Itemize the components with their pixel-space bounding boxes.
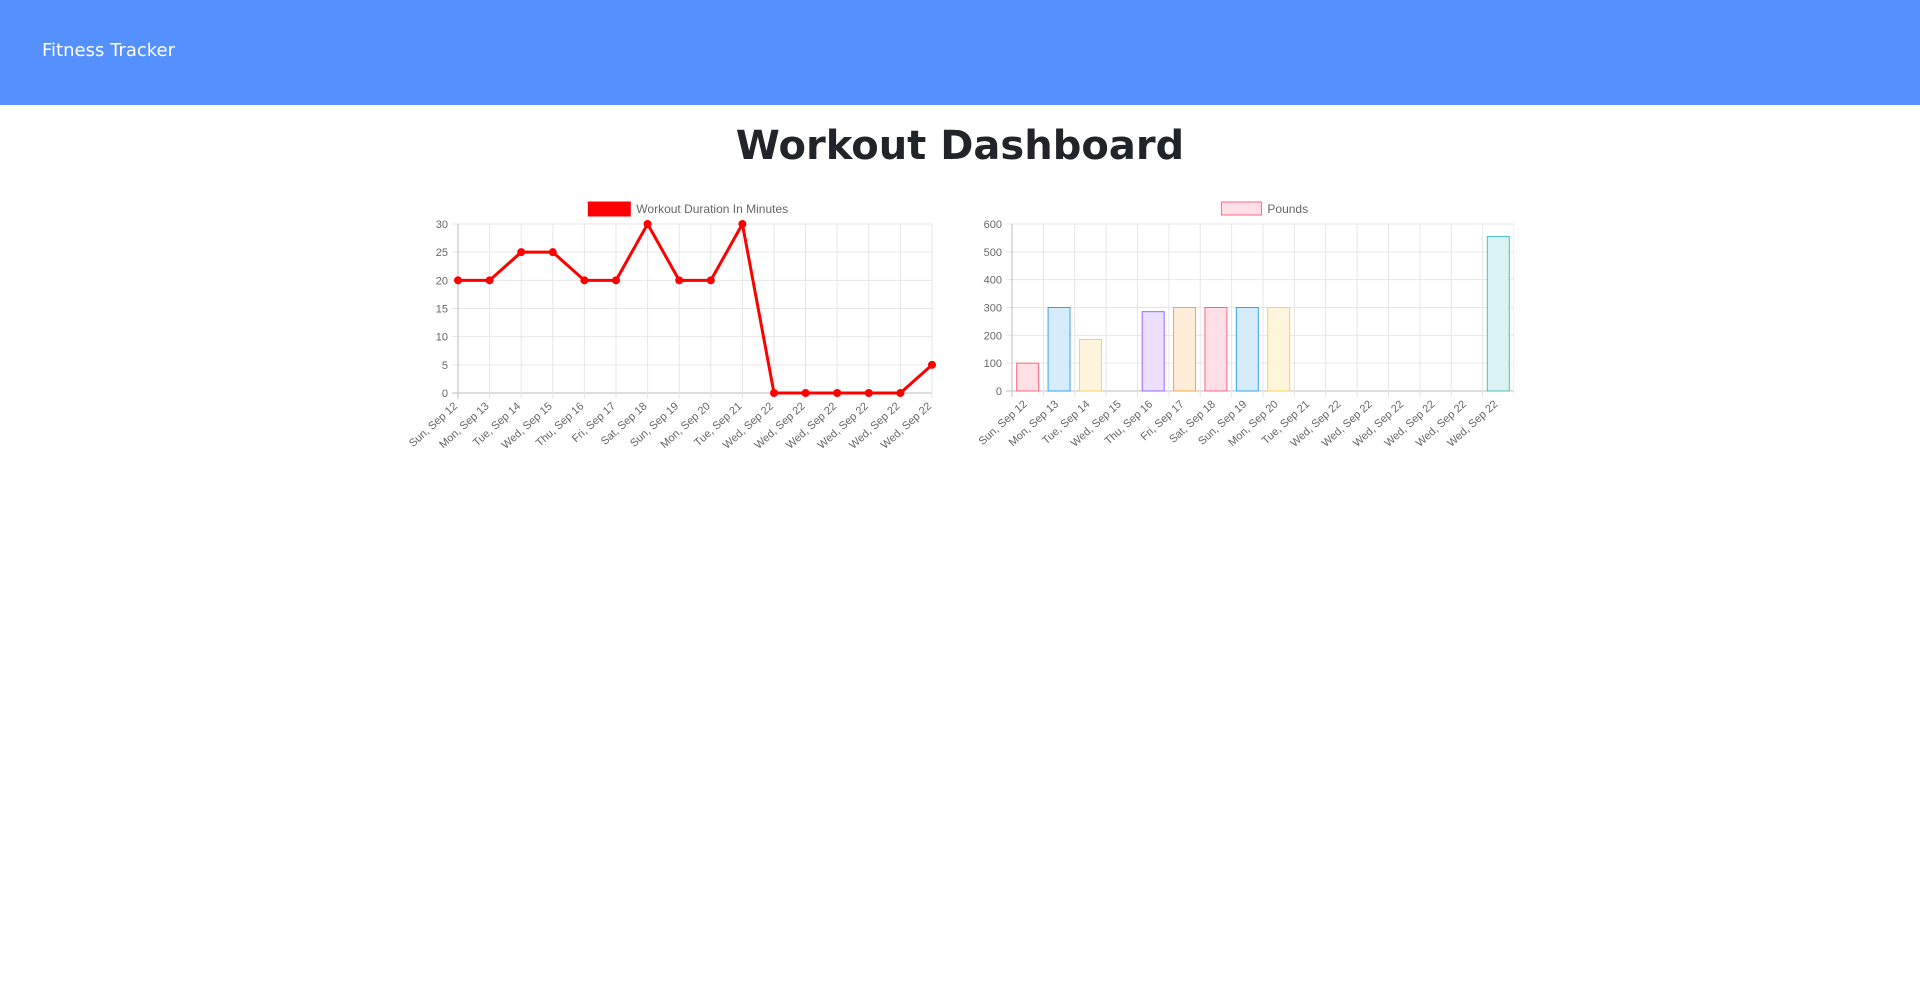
data-point	[675, 276, 684, 285]
page-title: Workout Dashboard	[735, 123, 1185, 169]
y-tick-label: 10	[436, 332, 448, 344]
brand-link[interactable]: Fitness Tracker	[42, 40, 175, 61]
y-tick-label: 500	[984, 247, 1002, 259]
data-point	[643, 220, 652, 228]
bar	[1016, 362, 1040, 392]
data-point	[833, 389, 842, 397]
bar	[1235, 307, 1259, 392]
y-tick-label: 0	[442, 388, 448, 400]
y-tick-label: 20	[436, 275, 448, 287]
data-point	[896, 389, 905, 397]
data-point	[801, 389, 810, 397]
pounds-chart: 0100200300400500600Sun, Sep 12Mon, Sep 1…	[978, 201, 1514, 450]
bar	[1078, 339, 1102, 392]
data-point	[738, 220, 747, 228]
data-point	[580, 276, 589, 285]
legend-label: Pounds	[1267, 202, 1308, 216]
navbar: Fitness Tracker	[0, 0, 1920, 105]
data-point	[928, 360, 936, 369]
y-tick-label: 15	[436, 304, 448, 316]
data-point	[612, 276, 620, 285]
y-tick-label: 400	[984, 275, 1002, 287]
y-tick-label: 0	[996, 386, 1002, 398]
y-tick-label: 600	[984, 219, 1002, 231]
y-tick-label: 200	[984, 330, 1002, 342]
bar	[1204, 307, 1228, 392]
data-point	[517, 248, 526, 257]
bar	[1047, 307, 1071, 392]
bar	[1173, 307, 1197, 392]
bar	[1486, 236, 1510, 392]
workout-duration-chart: 051015202530Sun, Sep 12Mon, Sep 13Tue, S…	[408, 201, 936, 452]
data-point	[454, 276, 462, 285]
data-point	[548, 248, 557, 257]
y-tick-label: 100	[984, 358, 1002, 370]
data-point	[485, 276, 494, 285]
legend-swatch	[1220, 201, 1262, 216]
bar	[1267, 307, 1291, 392]
y-tick-label: 5	[442, 360, 448, 372]
data-point	[770, 389, 778, 397]
legend-swatch	[587, 201, 631, 217]
y-tick-label: 300	[984, 303, 1002, 315]
y-tick-label: 30	[436, 219, 448, 231]
legend-label: Workout Duration In Minutes	[636, 202, 788, 216]
data-point	[706, 276, 715, 285]
y-tick-label: 25	[436, 247, 448, 259]
bar	[1141, 311, 1165, 392]
data-point	[864, 389, 873, 397]
